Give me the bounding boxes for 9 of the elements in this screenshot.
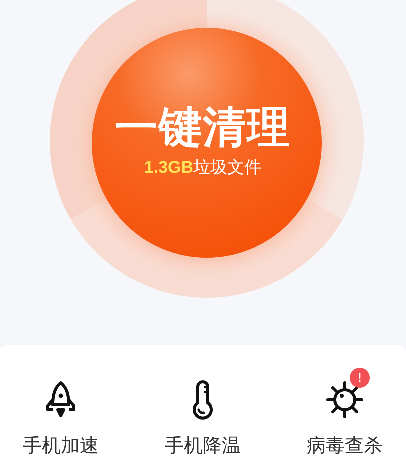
tool-button[interactable]: 手机加速 bbox=[6, 367, 116, 475]
alert-badge: ! bbox=[350, 368, 370, 388]
virus-icon bbox=[326, 381, 364, 419]
junk-size: 1.3GB bbox=[144, 157, 194, 179]
junk-label: 垃圾文件 bbox=[194, 157, 262, 179]
rocket-icon bbox=[44, 381, 78, 419]
tool-button[interactable]: 手机降温 bbox=[148, 367, 258, 475]
thermometer-icon bbox=[190, 380, 216, 420]
tool-button[interactable]: ! 病毒查杀 bbox=[290, 367, 400, 475]
